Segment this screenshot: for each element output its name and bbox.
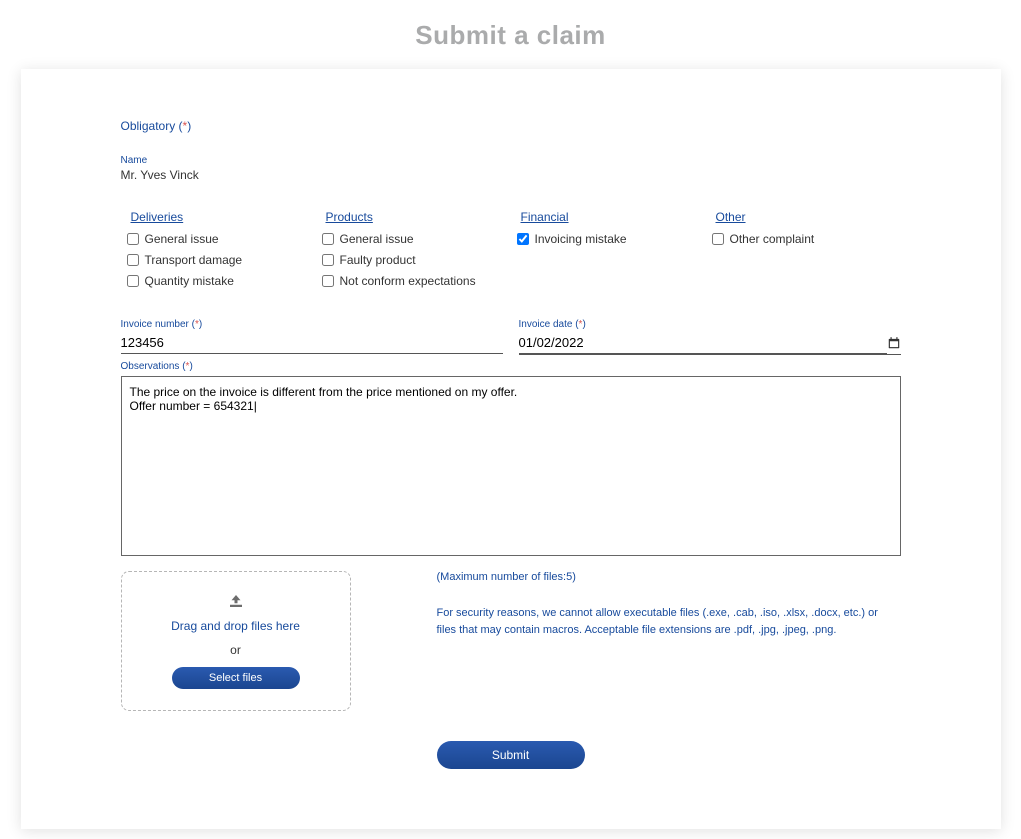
- deliveries-checkbox-0[interactable]: [127, 233, 139, 245]
- products-checkbox-2[interactable]: [322, 275, 334, 287]
- claim-form-card: Obligatory (*) Name Mr. Yves Vinck Deliv…: [21, 69, 1001, 829]
- category-grid: Deliveries General issue Transport damag…: [121, 210, 901, 295]
- invoice-date-input[interactable]: [519, 332, 887, 354]
- deliveries-column: Deliveries General issue Transport damag…: [121, 210, 316, 295]
- file-info: (Maximum number of files:5) For security…: [437, 571, 901, 711]
- max-files-label: (Maximum number of files:5): [437, 571, 901, 583]
- security-note: For security reasons, we cannot allow ex…: [437, 605, 901, 638]
- deliveries-item-1[interactable]: Transport damage: [121, 253, 316, 267]
- products-item-2[interactable]: Not conform expectations: [316, 274, 511, 288]
- file-dropzone[interactable]: Drag and drop files here or Select files: [121, 571, 351, 711]
- financial-label-0: Invoicing mistake: [535, 232, 627, 246]
- financial-column: Financial Invoicing mistake: [511, 210, 706, 295]
- submit-row: Submit: [121, 741, 901, 769]
- invoice-fields-row: Invoice number (*) Invoice date (*): [121, 319, 901, 355]
- name-label: Name: [121, 155, 901, 166]
- deliveries-checkbox-2[interactable]: [127, 275, 139, 287]
- asterisk: (*): [179, 119, 192, 133]
- products-column: Products General issue Faulty product No…: [316, 210, 511, 295]
- dropzone-drag-label: Drag and drop files here: [171, 619, 300, 633]
- obligatory-label: Obligatory: [121, 119, 176, 133]
- products-label-1: Faulty product: [340, 253, 416, 267]
- upload-row: Drag and drop files here or Select files…: [121, 571, 901, 711]
- deliveries-header: Deliveries: [121, 210, 316, 224]
- products-label-2: Not conform expectations: [340, 274, 476, 288]
- products-checkbox-0[interactable]: [322, 233, 334, 245]
- financial-item-0[interactable]: Invoicing mistake: [511, 232, 706, 246]
- invoice-date-field: Invoice date (*): [519, 319, 901, 355]
- submit-button[interactable]: Submit: [437, 741, 585, 769]
- page-title: Submit a claim: [10, 20, 1011, 51]
- deliveries-checkbox-1[interactable]: [127, 254, 139, 266]
- observations-textarea[interactable]: [121, 376, 901, 556]
- other-label-0: Other complaint: [730, 232, 815, 246]
- deliveries-label-1: Transport damage: [145, 253, 243, 267]
- invoice-number-input[interactable]: [121, 332, 503, 354]
- financial-checkbox-0[interactable]: [517, 233, 529, 245]
- products-item-0[interactable]: General issue: [316, 232, 511, 246]
- deliveries-label-0: General issue: [145, 232, 219, 246]
- name-value: Mr. Yves Vinck: [121, 168, 901, 182]
- products-checkbox-1[interactable]: [322, 254, 334, 266]
- invoice-number-label: Invoice number (*): [121, 319, 503, 330]
- other-column: Other Other complaint: [706, 210, 901, 295]
- other-checkbox-0[interactable]: [712, 233, 724, 245]
- select-files-button[interactable]: Select files: [172, 667, 300, 689]
- observations-label: Observations (*): [121, 361, 901, 372]
- deliveries-item-0[interactable]: General issue: [121, 232, 316, 246]
- products-item-1[interactable]: Faulty product: [316, 253, 511, 267]
- invoice-date-label: Invoice date (*): [519, 319, 901, 330]
- other-header: Other: [706, 210, 901, 224]
- products-label-0: General issue: [340, 232, 414, 246]
- obligatory-note: Obligatory (*): [121, 119, 901, 133]
- calendar-icon[interactable]: [887, 336, 901, 350]
- invoice-number-field: Invoice number (*): [121, 319, 503, 355]
- dropzone-or-label: or: [230, 643, 241, 657]
- deliveries-label-2: Quantity mistake: [145, 274, 234, 288]
- financial-header: Financial: [511, 210, 706, 224]
- other-item-0[interactable]: Other complaint: [706, 232, 901, 246]
- upload-icon: [227, 593, 245, 609]
- products-header: Products: [316, 210, 511, 224]
- deliveries-item-2[interactable]: Quantity mistake: [121, 274, 316, 288]
